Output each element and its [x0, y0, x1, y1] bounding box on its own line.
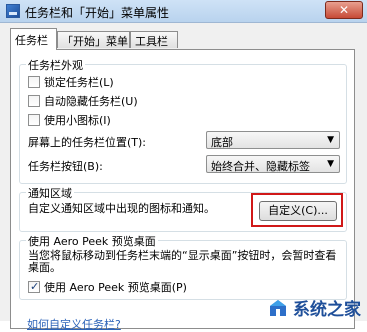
- properties-window: 任务栏和「开始」菜单属性 ✕ 任务栏 「开始」菜单 工具栏 任务栏外观 锁定任务…: [0, 0, 367, 331]
- appearance-group-title: 任务栏外观: [26, 57, 85, 73]
- tab-taskbar[interactable]: 任务栏: [10, 28, 57, 50]
- location-label: 屏幕上的任务栏位置(T):: [28, 136, 147, 149]
- taskbar-properties-icon: [6, 4, 20, 18]
- customize-button[interactable]: 自定义(C)...: [259, 201, 337, 221]
- aero-peek-description: 当您将鼠标移动到任务栏末端的“显示桌面”按钮时，会暂时查看桌面。: [28, 249, 337, 274]
- lock-taskbar-label: 锁定任务栏(L): [44, 76, 114, 89]
- lock-taskbar-option[interactable]: 锁定任务栏(L): [28, 74, 114, 89]
- auto-hide-checkbox[interactable]: [28, 95, 40, 107]
- buttons-dropdown[interactable]: 始终合并、隐藏标签 ▼: [206, 155, 340, 173]
- chevron-down-icon: ▼: [327, 135, 334, 145]
- watermark-text: 系统之家: [293, 300, 361, 320]
- close-button[interactable]: ✕: [325, 1, 363, 19]
- location-value: 底部: [211, 136, 233, 149]
- tab-toolbars[interactable]: 工具栏: [130, 31, 178, 48]
- aero-peek-label: 使用 Aero Peek 预览桌面(P): [44, 281, 187, 294]
- aero-peek-group-title: 使用 Aero Peek 预览桌面: [26, 233, 158, 249]
- aero-peek-checkbox[interactable]: [28, 280, 40, 293]
- notification-description: 自定义通知区域中出现的图标和通知。: [28, 202, 215, 215]
- help-link[interactable]: 如何自定义任务栏?: [27, 316, 121, 332]
- location-dropdown[interactable]: 底部 ▼: [206, 131, 340, 149]
- small-icons-label: 使用小图标(I): [44, 114, 111, 127]
- aero-peek-option[interactable]: 使用 Aero Peek 预览桌面(P): [28, 279, 187, 294]
- watermark: 系统之家: [268, 295, 361, 320]
- chevron-down-icon: ▼: [327, 159, 334, 169]
- buttons-label: 任务栏按钮(B):: [28, 160, 103, 173]
- small-icons-option[interactable]: 使用小图标(I): [28, 112, 111, 127]
- watermark-logo-icon: [269, 299, 286, 316]
- buttons-value: 始终合并、隐藏标签: [211, 160, 310, 173]
- aero-peek-group: 使用 Aero Peek 预览桌面 当您将鼠标移动到任务栏末端的“显示桌面”按钮…: [19, 233, 347, 300]
- auto-hide-label: 自动隐藏任务栏(U): [44, 95, 138, 108]
- tab-start-menu[interactable]: 「开始」菜单: [57, 31, 130, 48]
- small-icons-checkbox[interactable]: [28, 114, 40, 126]
- tab-panel: 任务栏外观 锁定任务栏(L) 自动隐藏任务栏(U) 使用小图标(I) 屏幕上的任…: [10, 49, 355, 332]
- appearance-group: 任务栏外观 锁定任务栏(L) 自动隐藏任务栏(U) 使用小图标(I) 屏幕上的任…: [19, 57, 347, 184]
- auto-hide-option[interactable]: 自动隐藏任务栏(U): [28, 93, 138, 108]
- window-title: 任务栏和「开始」菜单属性: [25, 6, 170, 20]
- notification-group-title: 通知区域: [26, 185, 74, 201]
- title-bar: 任务栏和「开始」菜单属性 ✕: [0, 0, 367, 23]
- lock-taskbar-checkbox[interactable]: [28, 76, 40, 88]
